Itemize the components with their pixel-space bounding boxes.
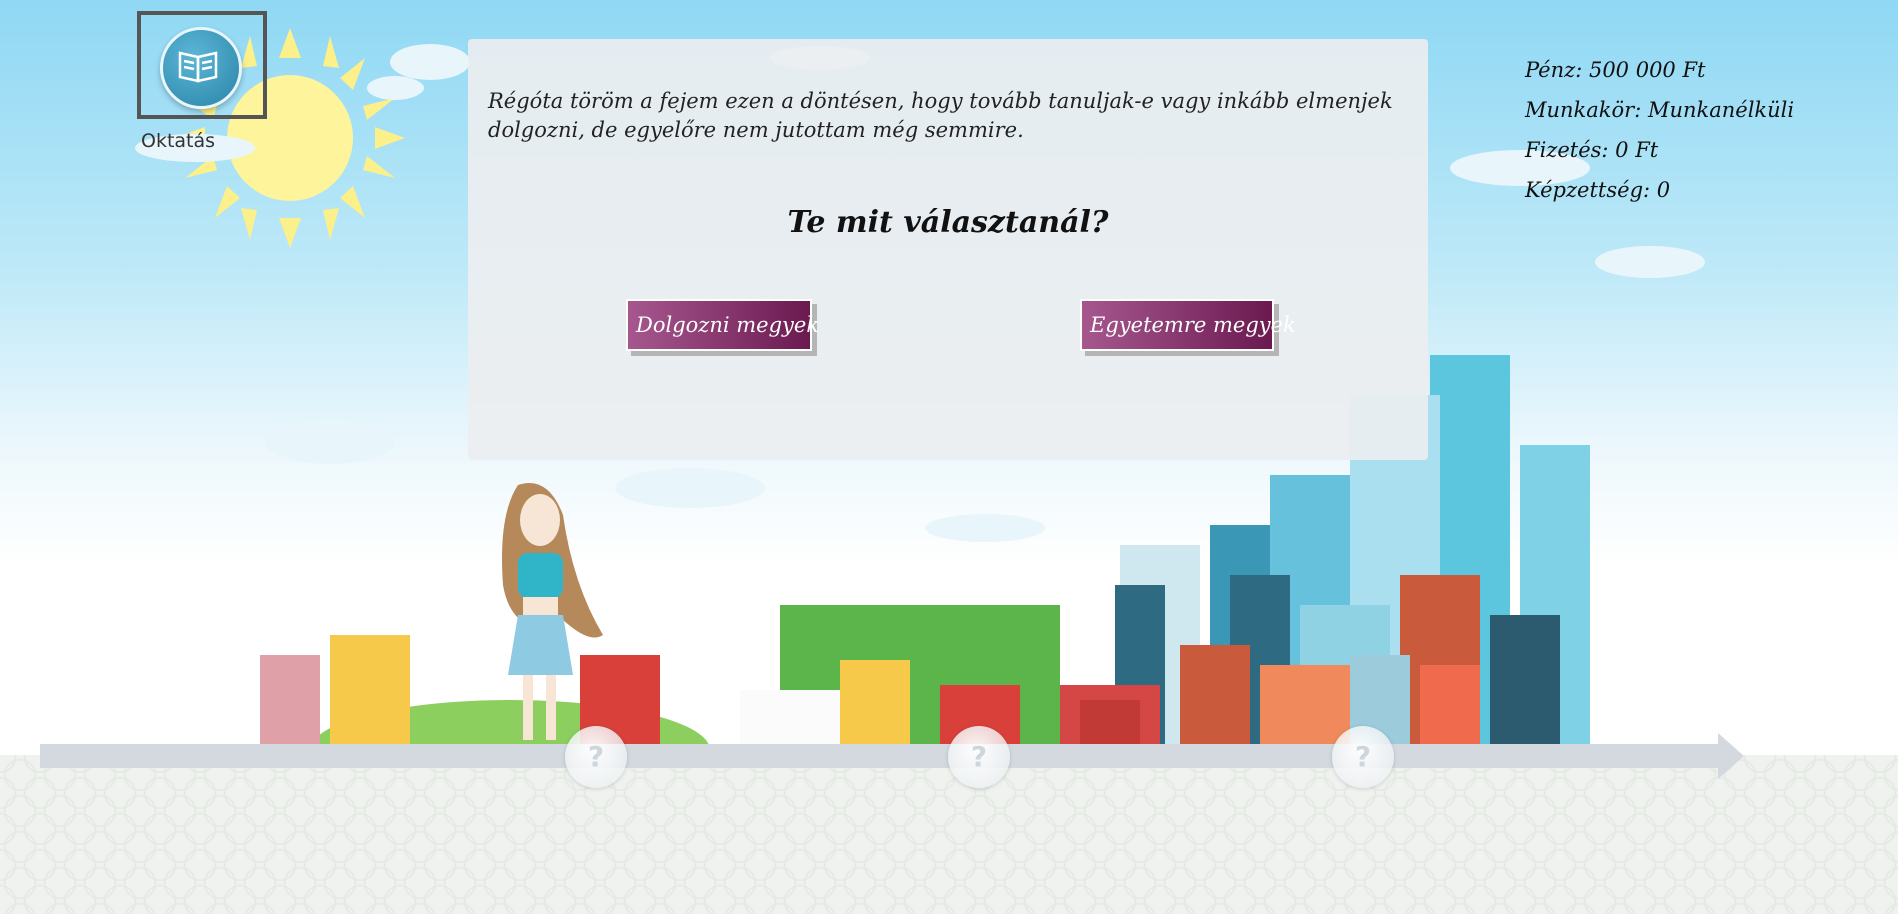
timeline-arrow-icon [1718,733,1744,779]
work-choice-button[interactable]: Dolgozni megyek [626,299,819,351]
open-book-icon [178,51,218,83]
timeline-track [40,744,1730,768]
timeline-marker[interactable]: ? [1332,726,1394,788]
education-label: Oktatás [141,130,216,152]
qualification-stat: Képzettség: 0 [1525,178,1671,202]
player-stats: Pénz: 500 000 Ft Munkakör: Munkanélküli … [1525,54,1895,214]
question-text: Te mit választanál? [787,205,1109,240]
ground-pattern [0,755,1898,914]
job-stat: Munkakör: Munkanélküli [1525,98,1795,122]
salary-stat: Fizetés: 0 Ft [1525,138,1659,162]
education-button[interactable] [160,27,242,109]
game-scene: ? ? ? Oktatás Régóta töröm a fejem ezen … [0,0,1898,914]
timeline-marker[interactable]: ? [565,726,627,788]
story-text: Régóta töröm a fejem ezen a döntésen, ho… [488,89,1393,142]
dialogue-panel: Régóta töröm a fejem ezen a döntésen, ho… [468,39,1428,460]
character-illustration [502,483,603,740]
university-choice-button[interactable]: Egyetemre megyek [1080,299,1296,351]
money-stat: Pénz: 500 000 Ft [1525,58,1706,82]
timeline-marker[interactable]: ? [948,726,1010,788]
